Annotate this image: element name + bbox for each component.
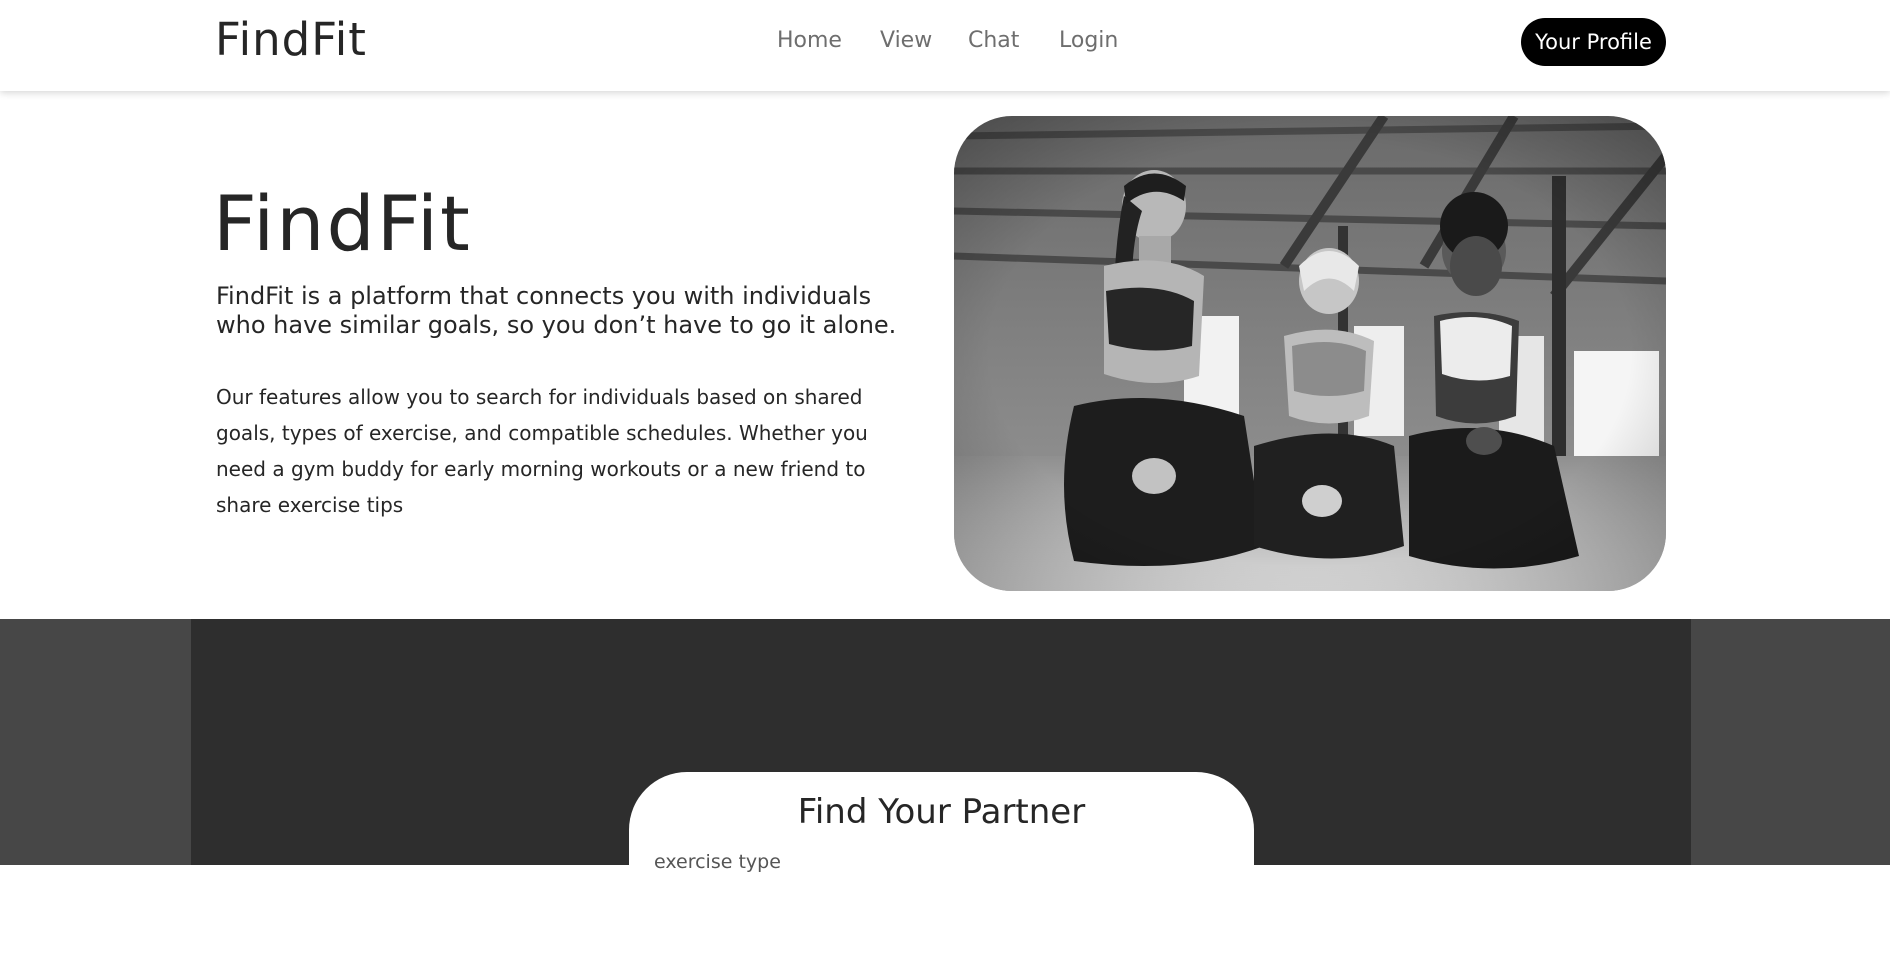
- nav-home-link[interactable]: Home: [777, 26, 842, 56]
- find-partner-card: Find Your Partner exercise type: [629, 772, 1254, 972]
- site-logo[interactable]: FindFit: [215, 12, 367, 68]
- site-header: FindFit Home View Chat Login Your Profil…: [0, 0, 1890, 91]
- your-profile-button[interactable]: Your Profile: [1521, 18, 1666, 66]
- hero-photo: [954, 116, 1666, 591]
- nav-login-link[interactable]: Login: [1059, 26, 1118, 56]
- exercise-type-label: exercise type: [654, 851, 781, 873]
- hero-body-text: Our features allow you to search for ind…: [216, 385, 868, 517]
- photo-three-women-gym: [954, 116, 1666, 591]
- nav-view-link[interactable]: View: [880, 26, 932, 56]
- hero-lead-text: FindFit is a platform that connects you …: [216, 282, 897, 339]
- hero-title: FindFit: [213, 179, 472, 268]
- nav-chat-link[interactable]: Chat: [968, 26, 1019, 56]
- find-partner-title: Find Your Partner: [797, 792, 1086, 832]
